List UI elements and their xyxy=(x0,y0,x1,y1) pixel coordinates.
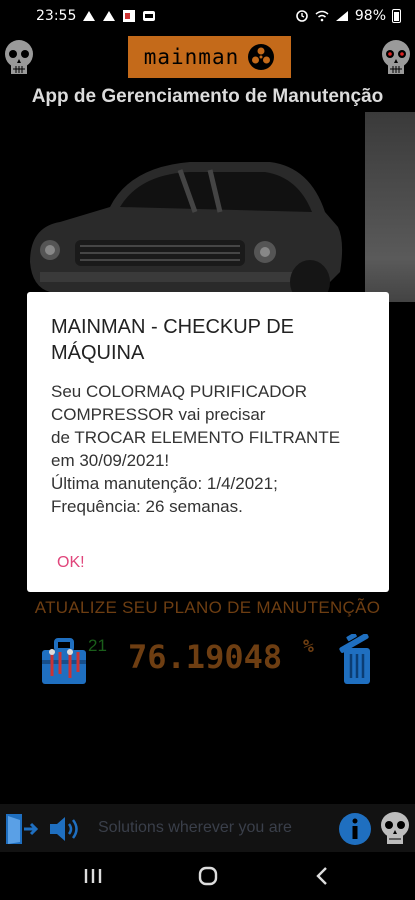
battery-percent: 98% xyxy=(354,8,386,24)
tagline: Solutions wherever you are xyxy=(98,819,292,836)
exit-icon[interactable] xyxy=(4,812,40,846)
recent-apps-icon[interactable] xyxy=(78,864,108,888)
system-nav-bar xyxy=(0,852,415,900)
app-notification-icon xyxy=(123,10,136,22)
skull-red-eyes-icon[interactable] xyxy=(379,38,413,78)
info-icon[interactable] xyxy=(338,812,372,846)
trash-icon[interactable] xyxy=(336,634,378,686)
film-reel-icon xyxy=(248,44,275,70)
logo-text: mainman xyxy=(143,45,240,69)
app-header: mainman xyxy=(0,32,415,84)
back-icon[interactable] xyxy=(308,864,338,888)
stats-row: 21 76.19048 % xyxy=(0,632,415,688)
notification-icon xyxy=(83,11,96,21)
update-plan-banner[interactable]: ATUALIZE SEU PLANO DE MANUTENÇÃO xyxy=(0,598,415,618)
app-subtitle: App de Gerenciamento de Manutenção xyxy=(31,86,384,107)
skull-icon[interactable] xyxy=(2,38,36,78)
alarm-icon xyxy=(296,10,308,22)
app-logo: mainman xyxy=(128,36,291,78)
notification-icon xyxy=(103,11,116,21)
status-bar: 23:55 98% xyxy=(0,0,415,32)
status-left: 23:55 xyxy=(36,8,156,24)
dialog-message: Seu COLORMAQ PURIFICADOR COMPRESSOR vai … xyxy=(51,382,341,516)
tool-count: 21 xyxy=(88,636,107,655)
bottom-bar: Solutions wherever you are xyxy=(0,804,415,852)
skull-icon[interactable] xyxy=(378,810,412,848)
status-right: 98% xyxy=(295,8,401,24)
dialog-title: MAINMAN - CHECKUP DE MÁQUINA xyxy=(51,316,294,364)
gallery-notification-icon xyxy=(143,11,156,21)
checkup-dialog: MAINMAN - CHECKUP DE MÁQUINA Seu COLORMA… xyxy=(27,292,389,592)
percent-sign: % xyxy=(303,636,314,657)
ok-button[interactable]: OK! xyxy=(57,554,85,572)
status-time: 23:55 xyxy=(36,8,77,24)
signal-icon xyxy=(335,11,348,21)
toolbox-icon[interactable] xyxy=(40,636,88,686)
speaker-icon[interactable] xyxy=(48,814,82,844)
home-icon[interactable] xyxy=(193,864,223,888)
completion-percent: 76.19048 xyxy=(128,638,283,676)
wifi-icon xyxy=(315,10,329,22)
car-image-next xyxy=(365,112,415,302)
battery-icon xyxy=(392,9,401,23)
car-illustration xyxy=(30,162,343,302)
car-image xyxy=(0,112,415,302)
